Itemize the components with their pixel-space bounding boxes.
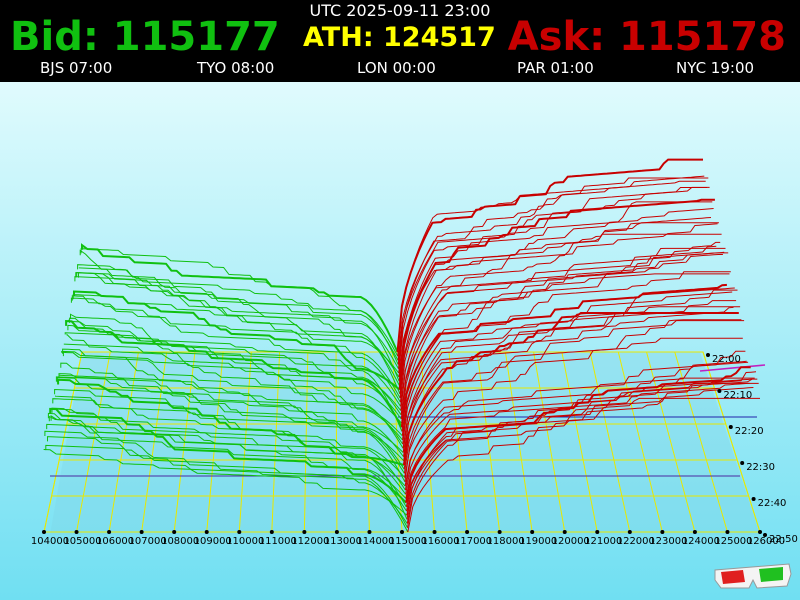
ask-price: Ask: 115178	[507, 14, 786, 60]
time-tick-marker	[717, 389, 722, 393]
time-tick-label: 22:20	[735, 426, 764, 437]
city-clock-par: PAR 01:00	[517, 59, 594, 77]
x-tick-marker	[302, 530, 307, 534]
x-tick-marker	[432, 530, 437, 534]
city-clock-nyc: NYC 19:00	[676, 59, 755, 77]
time-tick-label: 22:50	[769, 534, 798, 545]
x-tick-marker	[269, 530, 274, 534]
x-tick-marker	[400, 530, 404, 534]
time-tick-marker	[740, 461, 745, 465]
time-tick-marker	[728, 425, 733, 429]
x-tick-marker	[74, 530, 79, 534]
time-tick-marker	[763, 533, 767, 537]
x-tick-marker	[367, 530, 372, 534]
city-clock-tyo: TYO 08:00	[197, 59, 275, 77]
x-tick-marker	[692, 530, 697, 534]
x-tick-marker	[42, 530, 46, 534]
time-tick-label: 22:00	[712, 354, 741, 365]
x-tick-marker	[139, 530, 144, 534]
city-clock-bjs: BJS 07:00	[40, 59, 113, 77]
x-tick-marker	[107, 530, 112, 534]
x-tick-marker	[725, 530, 730, 534]
x-tick-marker	[660, 530, 665, 534]
time-tick-label: 22:10	[723, 390, 752, 401]
3d-glasses-icon[interactable]	[713, 558, 793, 590]
x-tick-marker	[562, 530, 567, 534]
x-tick-marker	[497, 530, 502, 534]
time-tick-label: 22:30	[746, 462, 775, 473]
x-tick-marker	[237, 530, 242, 534]
time-tick-marker	[706, 353, 710, 357]
x-tick-marker	[530, 530, 535, 534]
x-tick-marker	[465, 530, 470, 534]
time-tick-label: 22:40	[758, 498, 787, 509]
price-header: UTC 2025-09-11 23:00 Bid: 115177 ATH: 12…	[0, 0, 800, 82]
time-tick-marker	[751, 497, 756, 501]
x-tick-marker	[204, 530, 209, 534]
x-tick-marker	[595, 530, 600, 534]
x-tick-marker	[172, 530, 177, 534]
city-clock-lon: LON 00:00	[357, 59, 436, 77]
bid-price: Bid: 115177	[10, 14, 280, 60]
x-tick-marker	[334, 530, 339, 534]
depth-chart-3d: 1040001050001060001070001080001090001100…	[0, 82, 800, 600]
x-tick-marker	[758, 530, 762, 534]
ath-price: ATH: 124517	[303, 22, 496, 53]
x-tick-marker	[627, 530, 632, 534]
